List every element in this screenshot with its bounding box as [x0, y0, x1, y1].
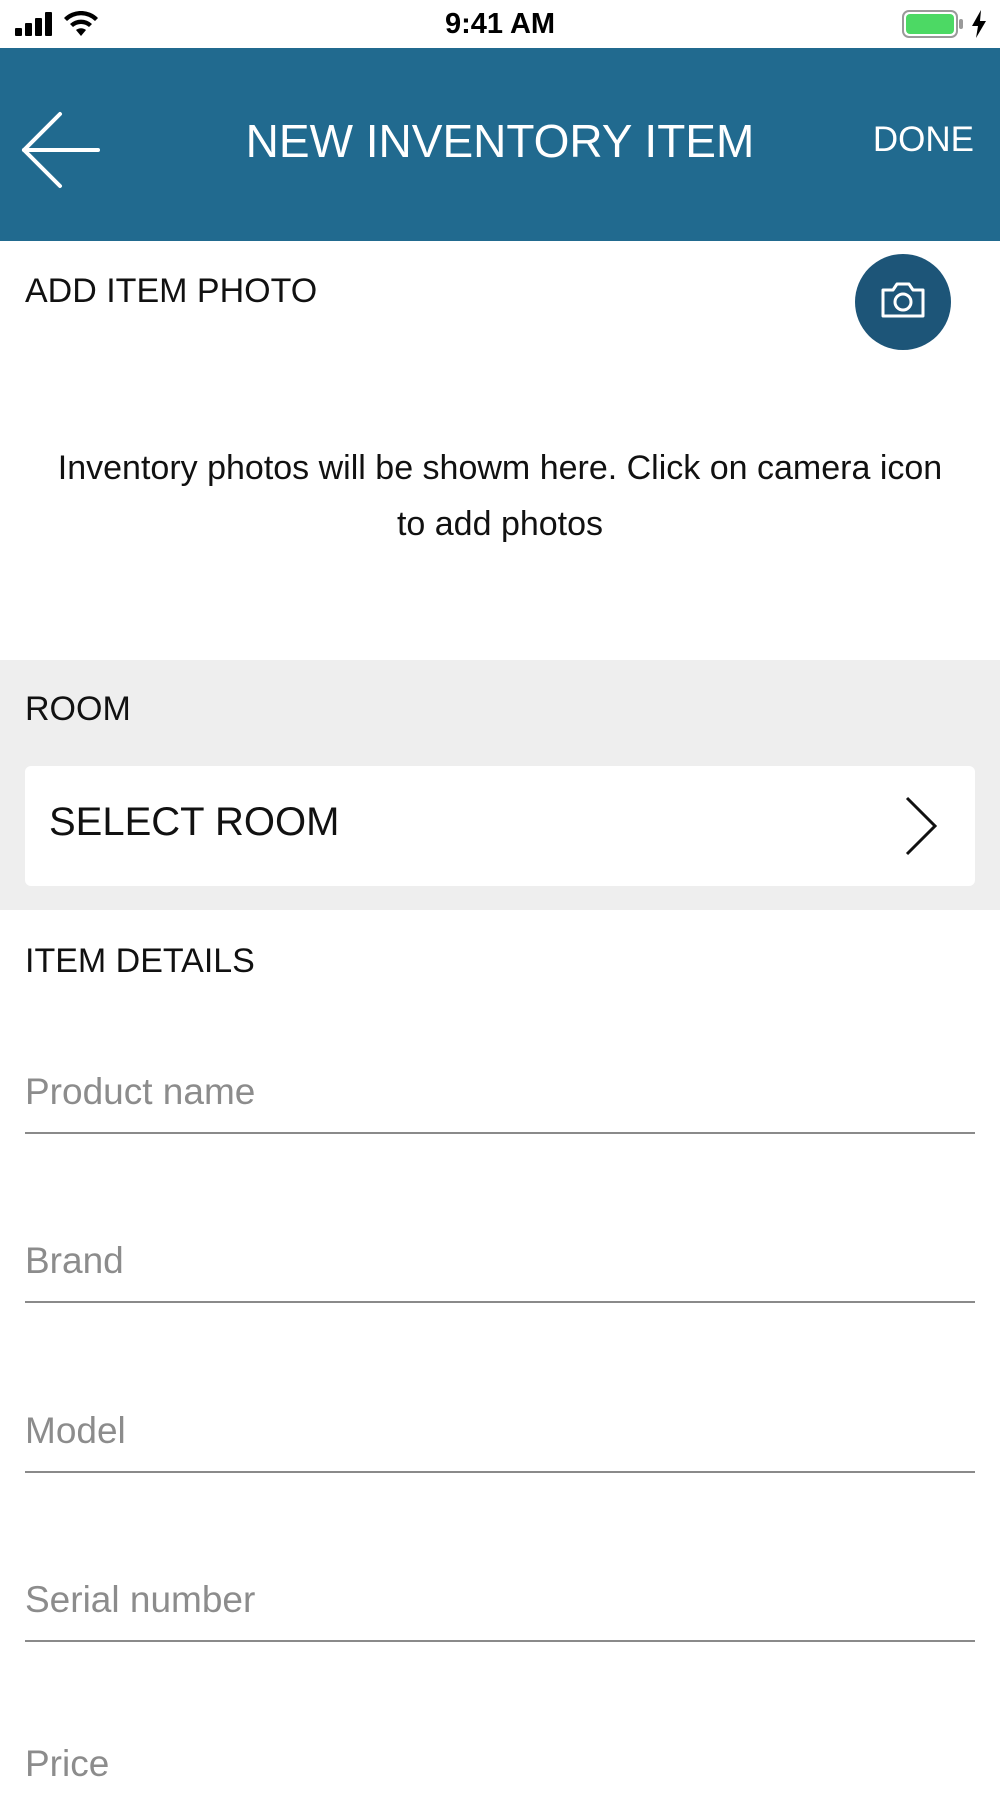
nav-bar: NEW INVENTORY ITEM DONE — [0, 48, 1000, 241]
status-time: 9:41 AM — [444, 8, 556, 40]
camera-icon — [881, 282, 925, 318]
camera-button[interactable] — [855, 254, 951, 350]
page-title: NEW INVENTORY ITEM — [245, 115, 755, 167]
product-name-field[interactable] — [25, 1052, 975, 1134]
price-field[interactable] — [25, 1724, 975, 1804]
photo-hint-text: Inventory photos will be showm here. Cli… — [57, 449, 943, 543]
status-bar: 9:41 AM — [0, 0, 1000, 48]
serial-number-field[interactable] — [25, 1560, 975, 1642]
room-section: ROOM SELECT ROOM — [0, 660, 1000, 910]
select-room-label: SELECT ROOM — [49, 800, 340, 844]
brand-field[interactable] — [25, 1221, 975, 1303]
battery-icon — [902, 10, 963, 38]
add-photo-heading: ADD ITEM PHOTO — [25, 272, 318, 310]
done-button[interactable]: DONE — [873, 120, 974, 160]
select-room-button[interactable]: SELECT ROOM — [25, 766, 975, 886]
chevron-right-icon — [905, 796, 938, 856]
charging-icon — [972, 10, 986, 38]
item-details-heading: ITEM DETAILS — [25, 942, 255, 980]
model-field[interactable] — [25, 1391, 975, 1473]
room-heading: ROOM — [25, 690, 131, 728]
